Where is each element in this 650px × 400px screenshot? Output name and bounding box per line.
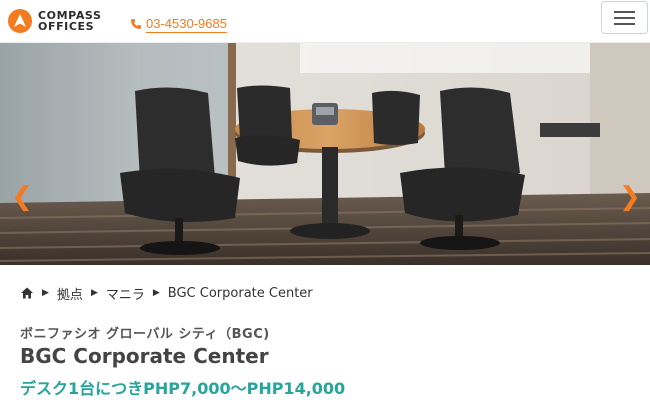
home-icon[interactable] [20, 286, 34, 300]
breadcrumb-item-current: BGC Corporate Center [167, 285, 313, 301]
hamburger-menu-button[interactable] [601, 1, 648, 34]
meeting-room-photo [0, 43, 650, 265]
logo-wordmark[interactable]: COMPASS OFFICES [38, 10, 102, 32]
breadcrumb-separator-icon: ▶ [42, 288, 49, 298]
breadcrumb-separator-icon: ▶ [90, 288, 98, 298]
breadcrumb-separator-icon: ▶ [152, 288, 160, 298]
property-area: ボニファシオ グローバル シティ（BGC) [20, 327, 270, 342]
hamburger-menu-icon [614, 11, 635, 13]
breadcrumb-item-locations[interactable]: 拠点 [57, 284, 83, 303]
breadcrumb-item-manila[interactable]: マニラ [106, 284, 145, 303]
hamburger-bar [614, 17, 635, 19]
price-range: デスク1台につきPHP7,000～PHP14,000 [20, 379, 346, 398]
phone-number: 03-4530-9685 [146, 16, 227, 33]
carousel-prev-button[interactable]: ❮ [8, 183, 36, 211]
phone-link[interactable]: 03-4530-9685 [130, 16, 227, 33]
chevron-left-icon: ❮ [11, 182, 33, 212]
hero-carousel[interactable]: ❮ ❯ [0, 43, 650, 265]
chevron-right-icon: ❯ [619, 182, 641, 212]
site-header: COMPASS OFFICES 03-4530-9685 [0, 0, 650, 43]
phone-icon [130, 18, 142, 33]
breadcrumb: ▶ 拠点 ▶ マニラ ▶ BGC Corporate Center [20, 284, 313, 303]
compass-logo-icon[interactable] [8, 9, 32, 33]
page-title: BGC Corporate Center [20, 344, 269, 368]
hamburger-bar [614, 23, 635, 25]
logo-line-2: OFFICES [38, 20, 95, 33]
carousel-next-button[interactable]: ❯ [616, 183, 644, 211]
